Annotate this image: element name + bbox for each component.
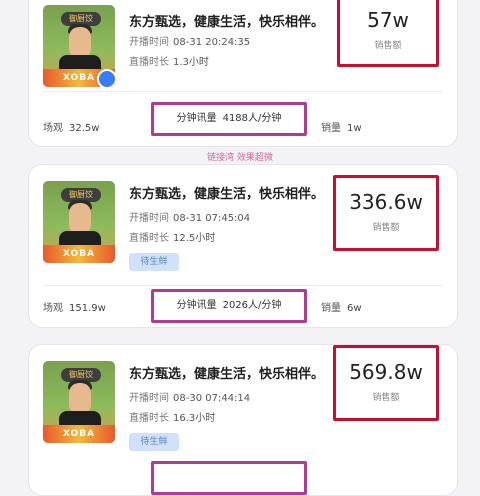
views-stat: 场观 151.9w: [43, 299, 106, 314]
host-face: [69, 27, 91, 57]
duration-value: 1.3小时: [173, 57, 209, 68]
duration-label: 直播时长: [129, 57, 169, 68]
duration-label: 直播时长: [129, 233, 169, 244]
rate-label: 分钟讯量: [176, 113, 217, 124]
start-time: 开播时间 08-31 20:24:35: [129, 33, 250, 48]
rate-value: 4188人/分钟: [222, 113, 282, 124]
start-time-value: 08-31 20:24:35: [173, 37, 251, 48]
views-value: 32.5w: [69, 123, 100, 134]
rate-box-partial: [151, 461, 307, 495]
category-tag[interactable]: 待生鲜: [129, 433, 179, 451]
gmv-label: 销售额: [374, 41, 402, 51]
live-card-3[interactable]: 御厨饺 XOBA 东方甄选，健康生活，快乐相伴。 开播时间 08-30 07:44…: [28, 344, 458, 496]
start-time-value: 08-30 07:44:14: [173, 393, 251, 404]
duration: 直播时长 1.3小时: [129, 53, 209, 68]
live-thumbnail[interactable]: 御厨饺 XOBA: [43, 181, 115, 263]
live-thumbnail[interactable]: 御厨饺 XOBA: [43, 5, 115, 87]
verified-icon: [97, 69, 115, 87]
gmv-label: 销售额: [372, 223, 400, 233]
sales-value: 1w: [347, 123, 362, 134]
host-face: [69, 203, 91, 233]
card-divider: [43, 91, 443, 92]
rate-box: 分钟讯量 4188人/分钟: [151, 102, 307, 136]
host-face: [69, 383, 91, 413]
sales-label: 销量: [321, 123, 341, 134]
gmv-value: 569.8w: [349, 360, 423, 384]
duration: 直播时长 12.5小时: [129, 229, 215, 244]
start-time-label: 开播时间: [129, 37, 169, 48]
duration-value: 12.5小时: [173, 233, 216, 244]
rate-label: 分钟讯量: [176, 300, 217, 311]
views-stat-row: 场观 32.5w: [43, 119, 99, 134]
views-label: 场观: [43, 303, 63, 314]
card-divider: [43, 285, 443, 286]
views-label: 场观: [43, 123, 63, 134]
gmv-box: 336.6w 销售额: [333, 175, 439, 251]
promo-caption: 链接湾 效果超微: [207, 153, 273, 163]
gmv-label: 销售额: [372, 393, 400, 403]
duration-label: 直播时长: [129, 413, 169, 424]
sales-stat: 销量 6w: [321, 299, 362, 314]
duration-value: 16.3小时: [173, 413, 216, 424]
gmv-box: 569.8w 销售额: [333, 345, 439, 421]
gmv-value: 336.6w: [349, 190, 423, 214]
sales-label: 销量: [321, 303, 341, 314]
category-tag[interactable]: 待生鲜: [129, 253, 179, 271]
live-thumbnail[interactable]: 御厨饺 XOBA: [43, 361, 115, 443]
live-card-2[interactable]: 御厨饺 XOBA 东方甄选，健康生活，快乐相伴。 开播时间 08-31 07:45…: [28, 164, 458, 328]
sales-stat-row: 销量 1w: [321, 119, 362, 134]
start-time: 开播时间 08-30 07:44:14: [129, 389, 250, 404]
sales-value: 6w: [347, 303, 362, 314]
start-time: 开播时间 08-31 07:45:04: [129, 209, 250, 224]
duration: 直播时长 16.3小时: [129, 409, 215, 424]
rate-value: 2026人/分钟: [222, 300, 282, 311]
live-card-1-footer: 场观 32.5w 分钟讯量 4188人/分钟 销量 1w: [28, 102, 458, 147]
start-time-value: 08-31 07:45:04: [173, 213, 251, 224]
gmv-value: 57w: [367, 8, 409, 32]
gmv-box: 57w 销售额: [337, 0, 439, 67]
thumbnail-plate: XOBA: [43, 425, 115, 443]
start-time-label: 开播时间: [129, 393, 169, 404]
thumbnail-plate: XOBA: [43, 245, 115, 263]
rate-box: 分钟讯量 2026人/分钟: [151, 289, 307, 323]
live-title[interactable]: 东方甄选，健康生活，快乐相伴。: [129, 11, 369, 30]
start-time-label: 开播时间: [129, 213, 169, 224]
views-value: 151.9w: [69, 303, 106, 314]
